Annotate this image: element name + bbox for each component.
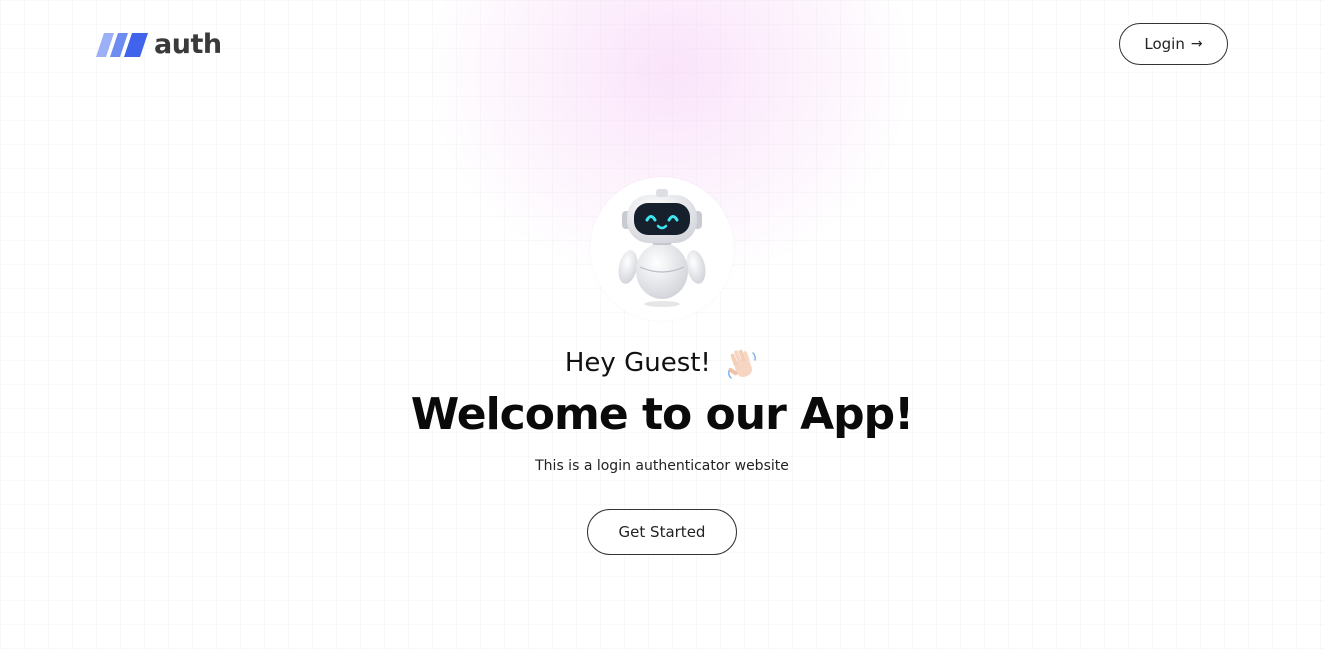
top-navbar: auth Login →: [0, 0, 1324, 90]
page-title: Welcome to our App!: [410, 389, 914, 440]
login-button-label: Login: [1144, 35, 1185, 53]
logo-stripes-icon: [96, 33, 148, 57]
arrow-right-icon: →: [1190, 36, 1203, 52]
page-subtitle: This is a login authenticator website: [535, 458, 789, 474]
get-started-button[interactable]: Get Started: [587, 509, 737, 555]
brand-name: auth: [154, 29, 222, 60]
greeting-label: Hey Guest!: [564, 348, 711, 378]
waving-hand-icon: [728, 349, 757, 379]
greeting-text: Hey Guest!: [0, 343, 1324, 383]
login-button[interactable]: Login →: [1119, 23, 1228, 65]
robot-icon: [618, 189, 706, 307]
brand-logo[interactable]: auth: [96, 30, 222, 60]
robot-avatar: [590, 177, 734, 321]
